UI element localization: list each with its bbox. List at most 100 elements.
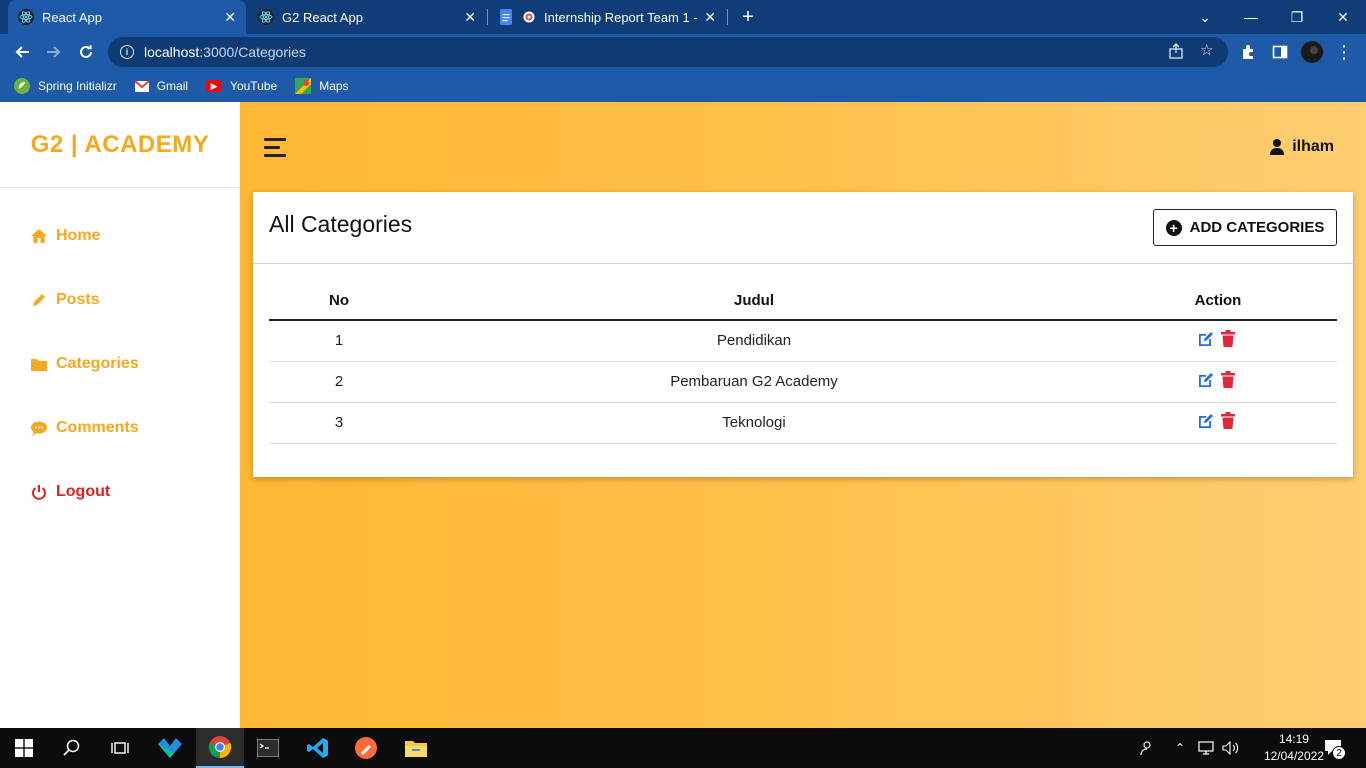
clock-date: 12/04/2022	[1263, 749, 1324, 763]
card-header: All Categories + ADD CATEGORIES	[253, 192, 1353, 264]
sidebar-item-logout[interactable]: Logout	[30, 483, 110, 501]
vscode-icon[interactable]	[294, 728, 342, 768]
bookmark-gmail[interactable]: Gmail	[134, 79, 188, 93]
plus-circle-icon: +	[1165, 219, 1182, 236]
react-icon	[18, 9, 34, 25]
main-content: ilham All Categories + ADD CATEGORIES No…	[240, 102, 1366, 728]
terminal-icon[interactable]	[244, 728, 292, 768]
brand-logo[interactable]: G2 | ACADEMY	[0, 102, 240, 188]
notification-badge: 2	[1332, 746, 1346, 760]
sidebar-item-posts[interactable]: Posts	[30, 291, 100, 309]
reload-button[interactable]	[72, 38, 100, 66]
windows-taskbar: ⌃ 14:19 12/04/2022 2	[0, 728, 1366, 768]
page-title: All Categories	[269, 211, 413, 237]
delete-icon[interactable]	[1221, 411, 1239, 430]
notification-center-icon[interactable]: 2	[1324, 728, 1348, 768]
system-clock[interactable]: 14:19 12/04/2022	[1264, 731, 1324, 765]
url-text: localhost:3000/Categories	[144, 44, 306, 60]
tab-separator	[727, 9, 728, 25]
table-header-row: No Judul Action	[269, 282, 1337, 321]
people-icon[interactable]	[1138, 728, 1158, 768]
browser-tab-internship-report[interactable]: Internship Report Team 1 - La ✕	[488, 0, 726, 34]
column-header-no: No	[269, 282, 409, 321]
comment-icon	[30, 419, 48, 437]
file-explorer-icon[interactable]	[392, 728, 440, 768]
gmail-icon	[134, 80, 149, 92]
network-icon[interactable]	[1198, 728, 1214, 768]
volume-icon[interactable]	[1222, 728, 1240, 768]
new-tab-button[interactable]: +	[736, 5, 760, 29]
menu-toggle-icon[interactable]	[264, 138, 286, 158]
youtube-icon: ▶	[206, 80, 223, 92]
postman-icon[interactable]	[342, 728, 390, 768]
minimize-button[interactable]: —	[1228, 0, 1274, 34]
browser-tab-react-app[interactable]: React App ✕	[8, 0, 246, 34]
back-button[interactable]	[8, 38, 36, 66]
categories-table: No Judul Action 1 Pendidikan 2 Pembaruan…	[269, 282, 1337, 444]
sidebar-item-home[interactable]: Home	[30, 227, 100, 245]
user-icon	[1270, 139, 1285, 155]
edit-icon[interactable]	[1197, 412, 1215, 430]
row-judul: Teknologi	[409, 402, 1099, 444]
windows-start-icon[interactable]	[0, 728, 48, 768]
power-icon	[30, 483, 48, 501]
tab-title: Internship Report Team 1 - La	[544, 9, 698, 25]
browser-toolbar: i localhost:3000/Categories ☆ ⋮	[0, 34, 1366, 70]
row-judul: Pendidikan	[409, 320, 1099, 362]
audio-indicator-icon	[522, 9, 536, 25]
table-row: 3 Teknologi	[269, 402, 1337, 444]
maps-icon	[295, 78, 312, 94]
bookmarks-bar: Spring Initializr Gmail ▶ YouTube Maps	[0, 70, 1366, 102]
close-tab-icon[interactable]: ✕	[464, 9, 476, 26]
row-judul: Pembaruan G2 Academy	[409, 361, 1099, 403]
add-categories-button[interactable]: + ADD CATEGORIES	[1153, 209, 1337, 246]
side-panel-icon[interactable]	[1266, 38, 1294, 66]
extensions-icon[interactable]	[1234, 38, 1262, 66]
row-actions	[1099, 320, 1337, 362]
react-icon	[258, 9, 274, 25]
share-icon[interactable]	[1168, 43, 1184, 63]
profile-avatar[interactable]	[1298, 38, 1326, 66]
sidebar: G2 | ACADEMY Home Posts Categories Comme…	[0, 102, 240, 728]
bookmark-youtube[interactable]: ▶ YouTube	[206, 79, 277, 93]
user-menu[interactable]: ilham	[1270, 138, 1334, 156]
row-number: 1	[269, 320, 409, 362]
edit-icon[interactable]	[1197, 330, 1215, 348]
edit-icon[interactable]	[1197, 371, 1215, 389]
sidebar-item-categories[interactable]: Categories	[30, 355, 139, 373]
chrome-menu-icon[interactable]: ⋮	[1330, 38, 1358, 66]
bookmark-star-icon[interactable]: ☆	[1200, 41, 1213, 59]
bookmark-maps[interactable]: Maps	[295, 78, 349, 94]
search-icon[interactable]	[48, 728, 96, 768]
row-actions	[1099, 361, 1337, 403]
username: ilham	[1292, 138, 1334, 155]
restore-button[interactable]: ❐	[1274, 0, 1320, 34]
tab-search-button[interactable]: ⌄	[1182, 0, 1228, 34]
app-icon-blue-v[interactable]	[146, 728, 194, 768]
clock-time: 14:19	[1278, 732, 1309, 746]
tab-title: G2 React App	[282, 9, 363, 25]
browser-tab-g2-react-app[interactable]: G2 React App ✕	[248, 0, 486, 34]
row-actions	[1099, 402, 1337, 444]
site-info-icon[interactable]: i	[120, 45, 134, 59]
chevron-up-icon[interactable]: ⌃	[1175, 728, 1185, 768]
bookmark-spring-initializr[interactable]: Spring Initializr	[14, 78, 117, 94]
task-view-icon[interactable]	[96, 728, 144, 768]
column-header-judul: Judul	[409, 282, 1099, 321]
sidebar-item-comments[interactable]: Comments	[30, 419, 139, 437]
address-bar[interactable]: i localhost:3000/Categories ☆	[108, 37, 1228, 67]
folder-icon	[30, 355, 48, 373]
close-tab-icon[interactable]: ✕	[704, 9, 716, 26]
table-row: 1 Pendidikan	[269, 320, 1337, 362]
row-number: 3	[269, 402, 409, 444]
categories-card: All Categories + ADD CATEGORIES No Judul…	[253, 192, 1353, 477]
delete-icon[interactable]	[1221, 329, 1239, 348]
close-tab-icon[interactable]: ✕	[224, 9, 236, 26]
docs-icon	[498, 9, 514, 25]
delete-icon[interactable]	[1221, 370, 1239, 389]
chrome-taskbar-icon[interactable]	[196, 728, 244, 768]
home-icon	[30, 227, 48, 245]
forward-button[interactable]	[40, 38, 68, 66]
close-window-button[interactable]: ✕	[1320, 0, 1366, 34]
pencil-icon	[30, 291, 48, 309]
